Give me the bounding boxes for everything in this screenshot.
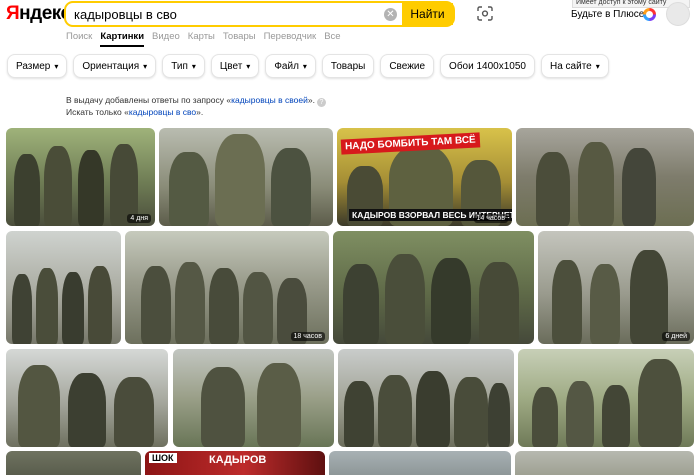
clear-icon[interactable]: ✕ (384, 8, 397, 21)
image-result[interactable] (518, 349, 694, 447)
service-images[interactable]: Картинки (100, 31, 145, 47)
filter-fresh[interactable]: Свежие (380, 54, 435, 78)
filter-type[interactable]: Тип ▾ (162, 54, 205, 78)
age-badge: 18 часов (290, 332, 325, 341)
camera-search-icon[interactable] (477, 6, 493, 21)
filter-site[interactable]: На сайте ▾ (540, 54, 609, 78)
header: Яндекс ✕ Найти Имеет доступ к этому сайт… (0, 0, 700, 28)
image-result[interactable] (6, 231, 121, 344)
plus-link[interactable]: Будьте в Плюсе (571, 9, 644, 20)
image-result[interactable]: 18 часов (125, 231, 329, 344)
search-field: ✕ (66, 3, 402, 25)
image-result[interactable] (515, 451, 694, 475)
filter-orientation[interactable]: Ориентация ▾ (73, 54, 157, 78)
filter-bar: Размер ▾ Ориентация ▾ Тип ▾ Цвет ▾ Файл ▾ Тов… (7, 54, 609, 78)
filter-wallpaper[interactable]: Обои 1400x1050 (440, 54, 535, 78)
image-result[interactable] (6, 451, 141, 475)
chevron-down-icon: ▾ (246, 61, 251, 71)
thumbnail-caption: ШОК (149, 453, 177, 463)
image-result[interactable]: 4 дня (6, 128, 155, 226)
service-goods[interactable]: Товары (223, 31, 256, 47)
image-result[interactable] (6, 349, 168, 447)
exact-query-link[interactable]: кадыровцы в сво (129, 107, 196, 117)
search-input[interactable] (74, 6, 374, 22)
filter-goods[interactable]: Товары (321, 54, 375, 78)
chevron-down-icon: ▾ (302, 61, 307, 71)
search-box: ✕ Найти (64, 1, 455, 27)
age-badge: 4 дня (127, 214, 151, 223)
help-icon[interactable]: ? (316, 98, 326, 107)
image-result[interactable]: ШОК КАДЫРОВ (145, 451, 325, 475)
thumbnail-caption: КАДЫРОВ (209, 454, 267, 466)
avatar[interactable] (666, 2, 690, 26)
chevron-down-icon: ▾ (595, 61, 600, 71)
services-nav: Поиск Картинки Видео Карты Товары Перево… (66, 31, 341, 47)
filter-size[interactable]: Размер ▾ (7, 54, 68, 78)
service-video[interactable]: Видео (152, 31, 180, 47)
service-all[interactable]: Все (324, 31, 340, 47)
image-result[interactable]: НАДО БОМБИТЬ ТАМ ВСЁ КАДЫРОВ ВЗОРВАЛ ВЕС… (337, 128, 512, 226)
image-result[interactable]: 6 дней (538, 231, 694, 344)
image-result[interactable] (329, 451, 511, 475)
service-maps[interactable]: Карты (188, 31, 215, 47)
image-result[interactable] (333, 231, 534, 344)
filter-file[interactable]: Файл ▾ (265, 54, 316, 78)
chevron-down-icon: ▾ (143, 61, 148, 71)
yandex-logo[interactable]: Яндекс (6, 3, 71, 25)
chevron-down-icon: ▾ (191, 61, 196, 71)
age-badge: 6 дней (662, 332, 690, 341)
age-badge: 14 часов (473, 214, 508, 223)
extended-query-link[interactable]: кадыровцы в своей (231, 95, 308, 105)
image-result[interactable] (338, 349, 514, 447)
service-translate[interactable]: Переводчик (264, 31, 317, 47)
service-search[interactable]: Поиск (66, 31, 92, 47)
query-notice: В выдачу добавлены ответы по запросу «ка… (66, 95, 326, 117)
image-result[interactable] (159, 128, 333, 226)
image-result[interactable] (173, 349, 334, 447)
image-result[interactable] (516, 128, 694, 226)
plus-icon[interactable] (643, 8, 656, 21)
chevron-down-icon: ▾ (54, 61, 59, 71)
search-button[interactable]: Найти (402, 3, 453, 25)
filter-color[interactable]: Цвет ▾ (210, 54, 260, 78)
